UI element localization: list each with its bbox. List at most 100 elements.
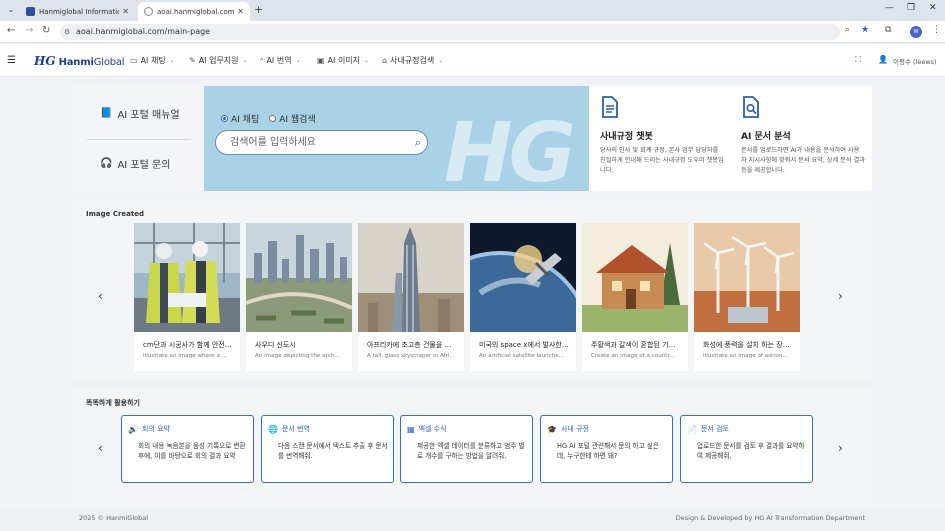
usecase-description: 다음 스캔 문서에서 텍스트 추출 후 문서를 번역해줘. (278, 442, 388, 460)
image-card[interactable]: 사우디 신도시 An image depicting the arch... (246, 223, 352, 371)
usecase-card-doc-review[interactable]: 📄 문서 검토 업로드한 문서를 검토 후 결과를 요약하여 제공해줘. (680, 415, 813, 483)
usecase-title: 사내 규정 (560, 425, 589, 433)
document-icon (602, 96, 618, 118)
image-thumbnail (694, 223, 800, 332)
app-header: ☰ HG HanmiGlobal ▭ AI 채팅 ⌄ ✎ AI 업무지원 ⌄ ᴬ… (0, 44, 945, 77)
search-icon[interactable]: ⌕ (415, 131, 421, 154)
image-prompt: An image depicting the arch... (255, 353, 340, 359)
globe-icon: 🌐 (268, 424, 278, 434)
smart-use-section: 똑똑하게 활용하기 ‹ › 🔊 회의 요약 회의 내용 녹음본을 음성 기록으로… (72, 389, 872, 503)
minimize-icon[interactable]: — (885, 3, 894, 13)
divider (87, 139, 191, 140)
restore-icon[interactable]: ❐ (907, 3, 915, 13)
image-card[interactable]: cm단과 시공사가 함께 안전 ... Illustrate an image … (134, 223, 240, 371)
headset-icon: 🎧 (100, 158, 113, 169)
usecase-title: 문서 번역 (281, 425, 310, 433)
extensions-icon[interactable]: ⧉ (885, 25, 891, 35)
menu-ai-chat[interactable]: ▭ AI 채팅 ⌄ (130, 55, 175, 66)
menu-regulation-search[interactable]: ⌂ 사내규정검색 ⌄ (382, 55, 443, 66)
forward-icon[interactable]: → (25, 25, 33, 36)
fullscreen-icon[interactable]: ⛶ (855, 55, 861, 65)
site-favicon-icon (26, 7, 35, 16)
chevron-down-icon: ⌄ (295, 57, 301, 64)
image-prompt: Illustrate an image of astron... (703, 353, 788, 359)
usecase-card-excel-formula[interactable]: ▦ 엑셀 수식 제공한 엑셀 데이터를 분류하고 범주 별로 개수를 구하는 방… (400, 415, 533, 483)
bookmark-star-icon[interactable]: ★ (861, 25, 869, 35)
radio-ai-chat[interactable]: AI 채팅 (221, 112, 259, 125)
menu-ai-image[interactable]: ▣ AI 이미지 ⌄ (317, 55, 369, 66)
pencil-icon: ✎ (189, 56, 196, 65)
carousel-prev-icon[interactable]: ‹ (98, 289, 103, 303)
image-card[interactable]: 화성에 풍력을 설치 하는 장비... Illustrate an image … (694, 223, 800, 371)
image-caption: 아프리카에 초고층 건물을 유... (367, 341, 457, 349)
card-title: AI 문서 분석 (741, 132, 791, 142)
ai-document-analysis-card[interactable]: AI 문서 분석 문서를 업로드하면 AI가 내용을 분석하여 사용자 지시사항… (730, 86, 872, 191)
user-name[interactable]: 이평수 (leews) (893, 56, 937, 66)
user-icon[interactable]: 👤 (878, 55, 888, 64)
ai-portal-manual-link[interactable]: 📘 AI 포털 매뉴얼 (100, 106, 180, 121)
tab-search-chevron-icon[interactable]: ⌄ (5, 4, 17, 16)
image-thumbnail (358, 223, 464, 332)
graduation-cap-icon: ⌂ (382, 56, 388, 65)
image-card[interactable]: 미국의 space x에서 발사한 ... An artificial sate… (470, 223, 576, 371)
menu-ai-translate[interactable]: ᴬ AI 번역 ⌄ (260, 55, 301, 66)
hg-watermark-logo: HG (444, 106, 576, 191)
document-icon: 📄 (687, 424, 697, 434)
browser-tab-inactive[interactable]: Hanmiglobal Information Tech ✕ (20, 2, 135, 21)
image-card[interactable]: 주황색과 갈색이 혼합된 기와... Create an image of a … (582, 223, 688, 371)
logo[interactable]: HG HanmiGlobal (34, 54, 125, 68)
carousel-next-icon[interactable]: › (838, 441, 843, 455)
usecase-title: 회의 요약 (141, 425, 170, 433)
new-tab-icon[interactable]: + (254, 3, 263, 16)
address-bar-row: ← → ↻ ⚙ aoai.hanmiglobal.com/main-page ⌕… (0, 21, 945, 43)
search-mode-radios: AI 채팅 AI 웹검색 (221, 112, 326, 125)
carousel-prev-icon[interactable]: ‹ (98, 441, 103, 455)
document-search-icon (743, 96, 759, 118)
usecase-card-regulation[interactable]: 🎓 사내 규정 HG AI 포털 관련해서 문의 하고 싶은데, 누구한테 하면… (540, 415, 673, 483)
image-thumbnail (134, 223, 240, 332)
url-text: aoai.hanmiglobal.com/main-page (76, 27, 211, 36)
zoom-icon[interactable]: ⌕ (845, 25, 850, 35)
speaker-icon: 🔊 (128, 424, 138, 434)
book-icon: 📘 (100, 108, 113, 119)
credit: Design & Developed by HG AI Transformati… (675, 514, 865, 522)
radio-label: AI 웹검색 (279, 115, 316, 125)
image-prompt: Illustrate an image where a ... (143, 353, 228, 359)
image-card[interactable]: 아프리카에 초고층 건물을 유... A tall, glass skyscra… (358, 223, 464, 371)
close-tab-icon[interactable]: ✕ (122, 7, 129, 16)
chat-bubble-icon: ▭ (130, 56, 138, 65)
browser-menu-icon[interactable]: ⋮ (932, 25, 941, 35)
window-close-icon[interactable]: ✕ (929, 3, 937, 13)
usecase-card-meeting-summary[interactable]: 🔊 회의 요약 회의 내용 녹음본을 음성 기록으로 변환 후에, 이를 바탕으… (121, 415, 254, 483)
image-icon: ▣ (317, 56, 325, 65)
close-tab-icon[interactable]: ✕ (237, 7, 244, 16)
menu-label: AI 업무지원 (198, 56, 239, 65)
regulation-chatbot-card[interactable]: 사내규정 챗봇 당사의 인사 및 회계 규정, 본사 업무 담당자를 친절하게 … (589, 86, 730, 191)
ai-portal-inquiry-link[interactable]: 🎧 AI 포털 문의 (100, 156, 170, 171)
menu-label: 사내규정검색 (390, 56, 435, 65)
globe-favicon-icon (144, 7, 153, 16)
reload-icon[interactable]: ↻ (42, 25, 50, 36)
graduation-cap-icon: 🎓 (547, 424, 557, 434)
back-icon[interactable]: ← (7, 25, 15, 36)
image-thumbnail (582, 223, 688, 332)
usecase-header: 🎓 사내 규정 (547, 424, 589, 434)
logo-name: HanmiGlobal (58, 57, 125, 68)
radio-ai-web-search[interactable]: AI 웹검색 (269, 112, 316, 125)
usecase-card-doc-translate[interactable]: 🌐 문서 번역 다음 스캔 문서에서 텍스트 추출 후 문서를 번역해줘. (261, 415, 394, 483)
menu-label: AI 채팅 (140, 56, 166, 65)
chevron-down-icon: ⌄ (169, 57, 175, 64)
menu-ai-work-support[interactable]: ✎ AI 업무지원 ⌄ (189, 55, 248, 66)
radio-label: AI 채팅 (231, 115, 260, 125)
usecase-header: 🌐 문서 번역 (268, 424, 310, 434)
carousel-next-icon[interactable]: › (838, 289, 843, 303)
menu-label: AI 번역 (266, 56, 292, 65)
site-info-icon[interactable]: ⚙ (64, 24, 70, 40)
search-input[interactable]: 검색어를 입력하세요 ⌕ (215, 130, 428, 155)
browser-profile-avatar[interactable]: W (910, 26, 922, 38)
copyright: 2025 © HanmiGlobal (79, 514, 149, 522)
hero-search-panel: HG AI 채팅 AI 웹검색 검색어를 입력하세요 ⌕ (204, 86, 589, 191)
hamburger-menu-icon[interactable]: ☰ (7, 55, 16, 66)
url-field[interactable]: ⚙ aoai.hanmiglobal.com/main-page (60, 24, 840, 40)
browser-tab-active[interactable]: aoai.hanmiglobal.com/main-p ✕ (138, 2, 250, 21)
